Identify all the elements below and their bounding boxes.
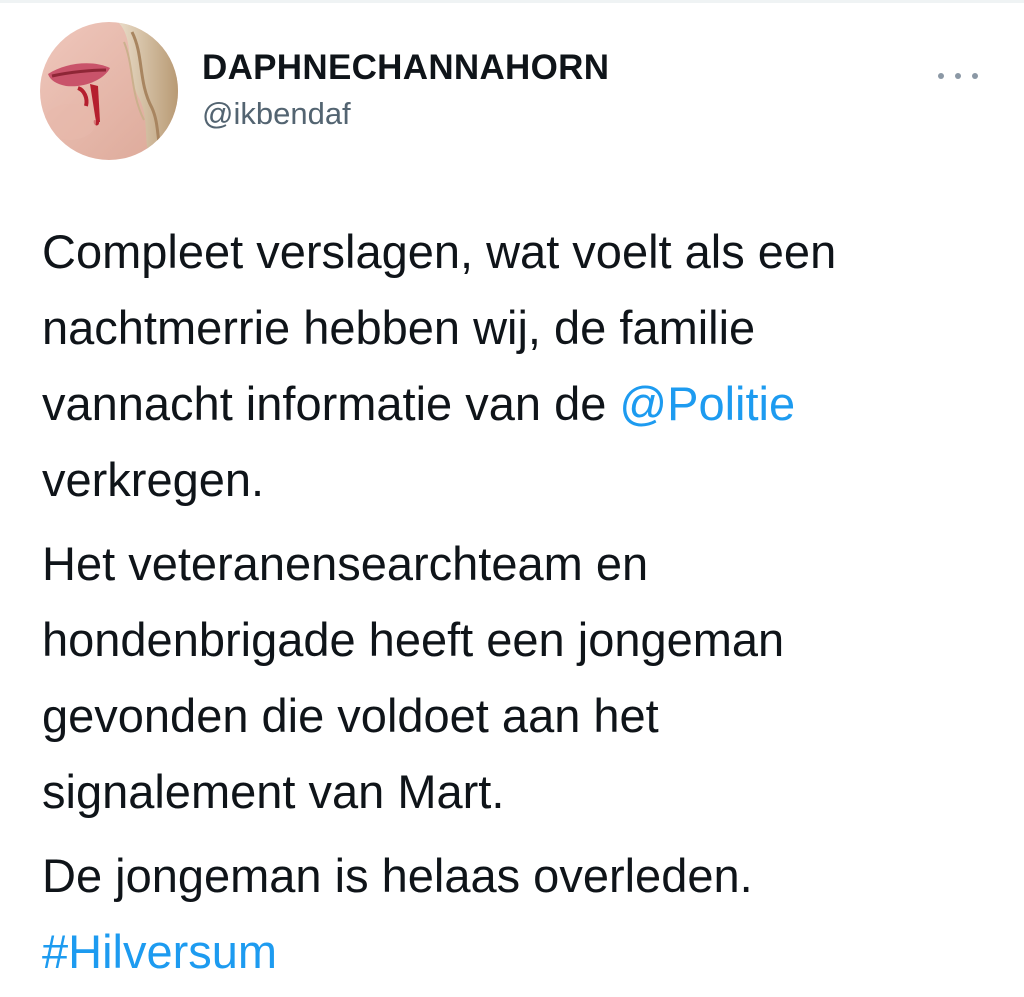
text-line: vannacht informatie van de <box>42 377 620 430</box>
user-handle[interactable]: @ikbendaf <box>202 96 609 132</box>
text-line: gevonden die voldoet aan het <box>42 689 659 742</box>
tweet: DAPHNECHANNAHORN @ikbendaf Compleet vers… <box>0 0 1024 997</box>
tweet-paragraph: Compleet verslagen, wat voelt als een na… <box>42 214 1002 518</box>
avatar-image <box>40 22 178 160</box>
text-line: Compleet verslagen, wat voelt als een <box>42 225 837 278</box>
tweet-text: Compleet verslagen, wat voelt als een na… <box>42 214 1002 990</box>
avatar[interactable] <box>40 22 178 160</box>
text-line: verkregen. <box>42 453 265 506</box>
text-line: De jongeman is helaas overleden. <box>42 849 753 902</box>
text-line: nachtmerrie hebben wij, de familie <box>42 301 756 354</box>
mention-link[interactable]: @Politie <box>619 377 795 430</box>
text-line: Het veteranensearchteam en <box>42 537 649 590</box>
text-line: hondenbrigade heeft een jongeman <box>42 613 785 666</box>
more-dot <box>938 73 944 79</box>
hashtag-link[interactable]: #Hilversum <box>42 925 277 978</box>
text-line: signalement van Mart. <box>42 765 505 818</box>
author-names: DAPHNECHANNAHORN @ikbendaf <box>202 48 609 132</box>
more-options-icon[interactable] <box>938 66 978 86</box>
more-dot <box>972 73 978 79</box>
tweet-header: DAPHNECHANNAHORN @ikbendaf <box>40 22 990 162</box>
display-name[interactable]: DAPHNECHANNAHORN <box>202 48 609 88</box>
tweet-paragraph: De jongeman is helaas overleden. #Hilver… <box>42 838 1002 990</box>
tweet-paragraph: Het veteranensearchteam en hondenbrigade… <box>42 526 1002 830</box>
more-dot <box>955 73 961 79</box>
